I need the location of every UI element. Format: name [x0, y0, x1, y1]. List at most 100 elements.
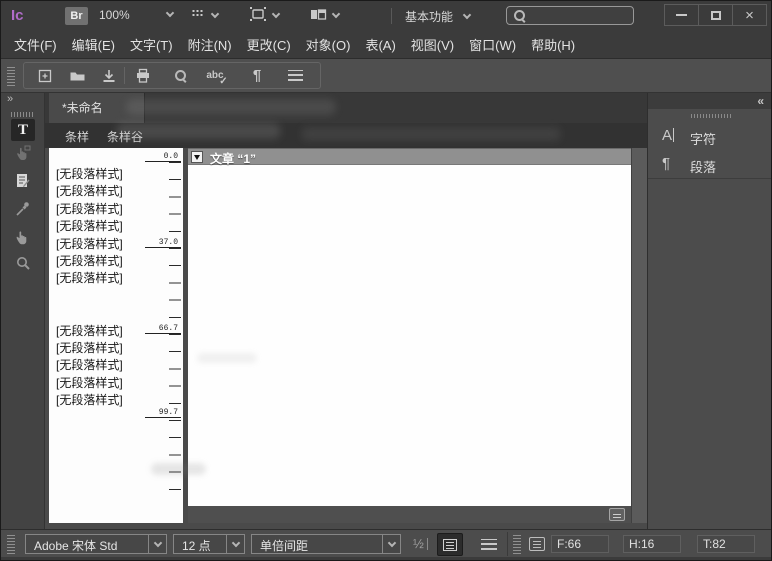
collapse-panel-icon[interactable]: «: [757, 94, 764, 108]
new-document-button[interactable]: [32, 64, 58, 87]
depth-ruler-label: 99.7: [145, 408, 181, 418]
document-tab[interactable]: *未命名: [49, 93, 145, 123]
chevron-down-icon: [211, 10, 219, 18]
zoom-level-dropdown[interactable]: 100%: [99, 8, 173, 22]
expand-panel-icon[interactable]: »: [7, 93, 11, 105]
eyedropper-tool-button[interactable]: [11, 198, 35, 220]
show-hidden-characters-button[interactable]: ¶: [244, 64, 270, 87]
footnote-count: F:66: [551, 535, 609, 553]
menu-file[interactable]: 文件(F): [14, 35, 57, 54]
type-tool-icon: T: [18, 122, 28, 139]
galley-page[interactable]: 文章 “1”: [188, 148, 631, 506]
search-button[interactable]: [168, 64, 194, 87]
title-bar: Ic Br 100%: [1, 1, 772, 31]
chevron-down-icon: [231, 538, 239, 546]
search-input[interactable]: [531, 8, 629, 23]
collapse-story-triangle-icon[interactable]: [191, 151, 203, 163]
statusbar-menu-icon[interactable]: [481, 539, 497, 550]
close-button[interactable]: ×: [732, 4, 767, 26]
panel-drag-handle[interactable]: [691, 114, 731, 118]
menu-view[interactable]: 视图(V): [411, 35, 454, 54]
view-tab-galley[interactable]: 条样: [65, 128, 89, 145]
vertical-scrollbar[interactable]: [631, 148, 647, 523]
separator: [391, 8, 392, 24]
save-icon: [101, 68, 117, 84]
maximize-button[interactable]: [698, 4, 733, 26]
position-tool-button[interactable]: [11, 142, 35, 164]
type-tool-button[interactable]: T: [11, 119, 35, 141]
workspace-switcher[interactable]: 基本功能: [405, 8, 470, 25]
arrange-documents-dropdown[interactable]: [309, 6, 339, 22]
dropdown-arrow: [382, 535, 400, 553]
incopy-logo-icon: Ic: [11, 6, 35, 26]
hand-tool-button[interactable]: [11, 226, 35, 248]
depth-ruler-label: 66.7: [145, 324, 181, 334]
panel-header-strip: «: [648, 93, 772, 109]
bridge-button[interactable]: Br: [65, 7, 88, 25]
paragraph-icon: ¶: [662, 155, 684, 172]
minimize-button[interactable]: [664, 4, 699, 26]
leading-select[interactable]: 单倍间距: [251, 534, 401, 554]
print-icon: [135, 68, 151, 84]
search-box[interactable]: [506, 6, 634, 25]
menu-object[interactable]: 对象(O): [306, 35, 351, 54]
menu-table[interactable]: 表(A): [365, 35, 395, 54]
tools-drag-handle[interactable]: [11, 112, 35, 117]
menu-edit[interactable]: 编辑(E): [72, 35, 115, 54]
paragraph-panel-button[interactable]: ¶ 段落: [648, 151, 772, 179]
open-folder-button[interactable]: [64, 64, 90, 87]
character-count: H:16: [623, 535, 681, 553]
depth-ruler-label: 37.0: [145, 238, 181, 248]
story-header-bar: 文章 “1”: [188, 148, 631, 165]
menu-bar: 文件(F) 编辑(E) 文字(T) 附注(N) 更改(C) 对象(O) 表(A)…: [1, 31, 772, 59]
statusbar-drag-handle-2[interactable]: [513, 534, 521, 554]
screen-mode-icon: [249, 6, 267, 22]
style-row: [无段落样式]: [56, 183, 146, 200]
menu-changes[interactable]: 更改(C): [247, 35, 291, 54]
page-info-icon[interactable]: [609, 508, 625, 521]
hand-tool-icon: [14, 228, 32, 246]
dropdown-arrow: [148, 535, 166, 553]
workspace: » T: [1, 93, 772, 529]
chevron-down-icon: [272, 10, 280, 18]
statusbar-drag-handle[interactable]: [7, 534, 15, 554]
dropdown-arrow: [226, 535, 244, 553]
maximize-icon: [711, 11, 721, 20]
new-document-icon: [37, 68, 53, 84]
paragraph-style-list: [无段落样式] [无段落样式] [无段落样式] [无段落样式] [无段落样式] …: [56, 166, 146, 409]
spell-check-button[interactable]: abc ✓: [202, 64, 228, 87]
font-family-select[interactable]: Adobe 宋体 Std: [25, 534, 167, 554]
tools-panel: » T: [1, 93, 45, 529]
print-button[interactable]: [130, 64, 156, 87]
screen-mode-dropdown[interactable]: [249, 6, 279, 22]
galley-view-button[interactable]: [437, 533, 463, 556]
menu-type[interactable]: 文字(T): [130, 35, 173, 54]
zoom-tool-button[interactable]: [11, 252, 35, 274]
view-options-icon: [189, 6, 206, 22]
application-toolbar: abc ✓ ¶: [1, 59, 772, 93]
chevron-down-icon: [153, 538, 161, 546]
note-tool-button[interactable]: [11, 170, 35, 192]
menu-notes[interactable]: 附注(N): [188, 35, 232, 54]
search-icon: [513, 9, 527, 23]
font-family-value: Adobe 宋体 Std: [34, 537, 117, 554]
toolbar-drag-handle[interactable]: [7, 66, 15, 86]
font-size-select[interactable]: 12 点: [173, 534, 245, 554]
character-panel-button[interactable]: A 字符: [648, 123, 772, 151]
save-button[interactable]: [96, 64, 122, 87]
galley-text-area: 文章 “1”: [188, 148, 631, 523]
separator: [507, 532, 508, 556]
view-options-dropdown[interactable]: [189, 6, 218, 22]
menu-window[interactable]: 窗口(W): [469, 35, 516, 54]
panel-menu-button[interactable]: [282, 64, 308, 87]
copyfit-info-icon: [529, 537, 545, 551]
view-tab-galley-2[interactable]: 条样谷: [107, 128, 143, 145]
toolbar-button-group: abc ✓ ¶: [23, 62, 321, 89]
character-icon: A: [662, 127, 684, 144]
font-size-value: 12 点: [182, 537, 211, 554]
style-row: [无段落样式]: [56, 201, 146, 218]
separator: [124, 67, 125, 84]
line-position-icon[interactable]: ½: [413, 536, 428, 551]
menu-help[interactable]: 帮助(H): [531, 35, 575, 54]
workspace-name: 基本功能: [405, 10, 453, 24]
